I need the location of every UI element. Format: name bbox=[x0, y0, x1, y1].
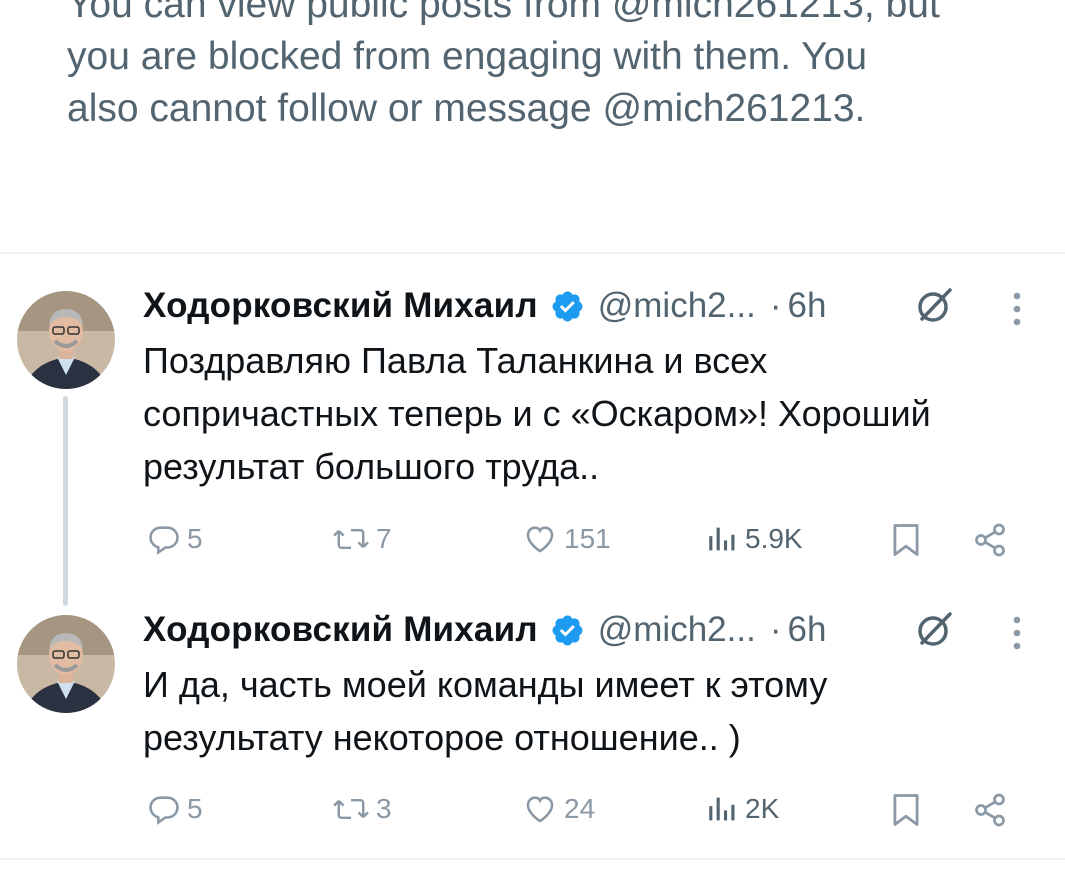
bookmark-button[interactable] bbox=[889, 522, 923, 558]
tweet-text: Поздравляю Павла Таланкина и всех соприч… bbox=[143, 334, 1043, 493]
share-button[interactable] bbox=[972, 792, 1008, 828]
heart-icon bbox=[522, 522, 558, 556]
like-count: 24 bbox=[564, 793, 596, 824]
views-count: 5.9K bbox=[745, 523, 803, 554]
share-icon bbox=[972, 522, 1008, 558]
grok-icon[interactable] bbox=[912, 284, 956, 328]
author-handle[interactable]: @mich2... bbox=[598, 610, 756, 650]
reply-count: 5 bbox=[187, 793, 203, 824]
views-icon bbox=[705, 792, 739, 826]
timestamp[interactable]: 6h bbox=[787, 610, 826, 650]
timestamp[interactable]: 6h bbox=[787, 286, 826, 326]
like-button[interactable]: 151 bbox=[522, 522, 611, 556]
views-icon bbox=[705, 522, 739, 556]
tweet-text-line: И да, часть моей команды имеет к этому bbox=[143, 664, 828, 705]
reply-icon bbox=[147, 792, 181, 826]
block-notice-line: you are blocked from engaging with them.… bbox=[67, 35, 868, 78]
like-button[interactable]: 24 bbox=[522, 792, 595, 826]
author-name[interactable]: Ходорковский Михаил bbox=[143, 286, 538, 326]
bookmark-button[interactable] bbox=[889, 792, 923, 828]
repost-icon bbox=[332, 792, 370, 826]
share-icon bbox=[972, 792, 1008, 828]
tweet-header: Ходорковский Михаил @mich2... · 6h bbox=[143, 605, 826, 655]
reply-button[interactable]: 5 bbox=[147, 522, 203, 556]
grok-icon[interactable] bbox=[912, 608, 956, 652]
bookmark-icon bbox=[889, 522, 923, 558]
like-count: 151 bbox=[564, 523, 611, 554]
thread-connector-line bbox=[63, 396, 68, 606]
tweet-text-line: Поздравляю Павла Таланкина и всех bbox=[143, 340, 768, 381]
block-notice-line: also cannot follow or message @mich26121… bbox=[67, 87, 866, 130]
more-icon[interactable] bbox=[1010, 614, 1024, 652]
separator-dot: · bbox=[769, 610, 782, 649]
verified-badge-icon bbox=[550, 613, 585, 648]
separator-dot: · bbox=[769, 286, 782, 325]
repost-count: 7 bbox=[376, 523, 392, 554]
divider bbox=[0, 252, 1065, 254]
repost-button[interactable]: 7 bbox=[332, 522, 392, 556]
repost-button[interactable]: 3 bbox=[332, 792, 392, 826]
share-button[interactable] bbox=[972, 522, 1008, 558]
divider bbox=[0, 858, 1065, 860]
reply-count: 5 bbox=[187, 523, 203, 554]
reply-icon bbox=[147, 522, 181, 556]
tweet-text-line: результату некоторое отношение.. ) bbox=[143, 717, 741, 758]
repost-count: 3 bbox=[376, 793, 392, 824]
repost-icon bbox=[332, 522, 370, 556]
avatar[interactable] bbox=[17, 615, 115, 713]
tweet-text-line: результат большого труда.. bbox=[143, 446, 600, 487]
views-button[interactable]: 5.9K bbox=[705, 522, 803, 556]
heart-icon bbox=[522, 792, 558, 826]
tweet-text-line: сопричастных теперь и с «Оскаром»! Хорош… bbox=[143, 393, 931, 434]
avatar[interactable] bbox=[17, 291, 115, 389]
tweet-text: И да, часть моей команды имеет к этому р… bbox=[143, 658, 1043, 764]
verified-badge-icon bbox=[550, 289, 585, 324]
more-icon[interactable] bbox=[1010, 290, 1024, 328]
author-handle[interactable]: @mich2... bbox=[598, 286, 756, 326]
block-notice-line: You can view public posts from @mich2612… bbox=[67, 0, 940, 26]
views-count: 2K bbox=[745, 793, 780, 824]
bookmark-icon bbox=[889, 792, 923, 828]
tweet-header: Ходорковский Михаил @mich2... · 6h bbox=[143, 281, 826, 331]
block-notice: You can view public posts from @mich2612… bbox=[67, 0, 1027, 135]
views-button[interactable]: 2K bbox=[705, 792, 779, 826]
reply-button[interactable]: 5 bbox=[147, 792, 203, 826]
author-name[interactable]: Ходорковский Михаил bbox=[143, 610, 538, 650]
